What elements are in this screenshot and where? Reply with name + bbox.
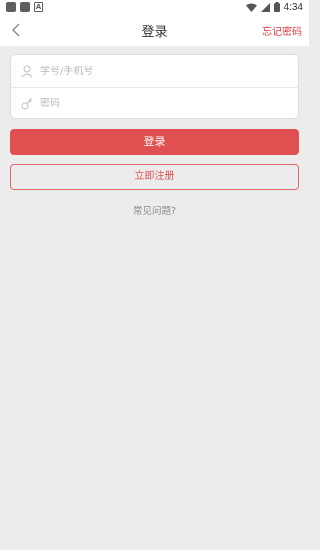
battery-icon (273, 2, 280, 12)
status-bar: A 4:34 (0, 0, 309, 14)
username-input[interactable] (40, 65, 280, 77)
username-row (11, 55, 298, 87)
notification-a-icon: A (34, 2, 43, 12)
faq-link[interactable]: 常见问题? (0, 203, 309, 217)
forgot-password-link[interactable]: 忘记密码 (262, 23, 302, 38)
status-right: 4:34 (245, 0, 303, 14)
register-button[interactable]: 立即注册 (10, 164, 299, 190)
key-icon (20, 97, 34, 111)
login-form-card (10, 54, 299, 119)
login-button[interactable]: 登录 (10, 129, 299, 155)
password-row (11, 87, 298, 119)
signal-icon (260, 2, 270, 12)
wifi-icon (245, 3, 257, 12)
notification-app-icon (6, 2, 16, 12)
user-icon (20, 64, 34, 78)
nav-bar: 登录 忘记密码 (0, 14, 309, 46)
notification-app-icon-2 (20, 2, 30, 12)
notification-icons: A (6, 2, 43, 12)
password-input[interactable] (40, 98, 280, 109)
status-time: 4:34 (283, 1, 303, 13)
